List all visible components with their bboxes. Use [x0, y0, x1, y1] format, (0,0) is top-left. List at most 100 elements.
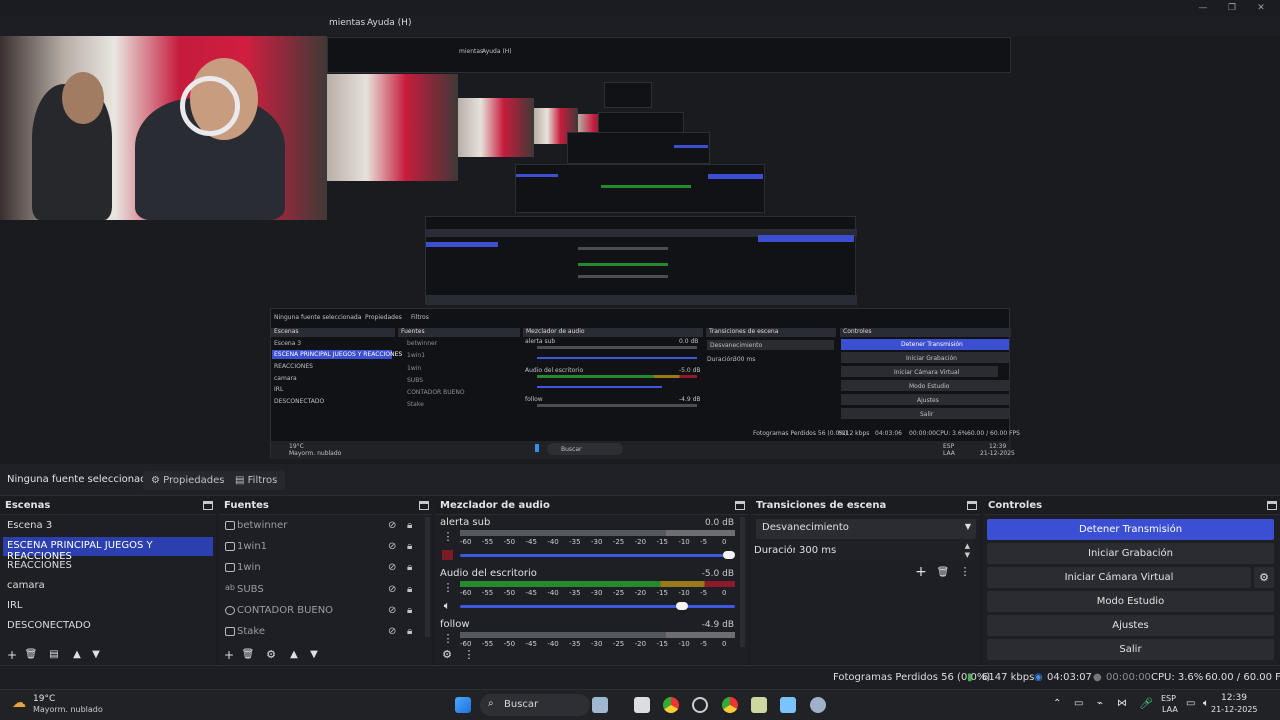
scene-item-selected[interactable]: ESCENA PRINCIPAL JUEGOS Y REACCIONES [3, 537, 213, 562]
source-move-up-button[interactable]: ▲ [287, 648, 301, 662]
taskbar-search[interactable]: ⌕ Buscar [480, 694, 590, 716]
scene-item[interactable]: camara [3, 577, 213, 596]
lock-icon[interactable]: 🔒︎ [407, 562, 412, 573]
scenes-title: Escenas [5, 500, 51, 511]
lock-icon[interactable]: 🔒︎ [407, 584, 412, 595]
remove-source-button[interactable]: 🗑 [241, 648, 255, 662]
stop-streaming-button[interactable]: Detener Transmisión [987, 519, 1274, 540]
visibility-hidden-icon[interactable]: ⊘ [388, 605, 396, 616]
sources-scrollbar[interactable] [425, 517, 430, 637]
transition-menu-icon[interactable]: ⋮ [958, 565, 972, 579]
undock-icon[interactable] [203, 501, 213, 510]
tray-icon[interactable]: ▭ [1074, 698, 1083, 709]
notepad-icon[interactable] [780, 697, 796, 713]
preview-canvas[interactable]: mientas Ayuda (H) Ninguna fuente selecci… [0, 36, 1280, 464]
weather-icon[interactable]: ☁ [12, 695, 26, 711]
lock-icon[interactable]: 🔒︎ [407, 520, 412, 531]
task-view-icon[interactable] [634, 697, 650, 713]
source-settings-gear-icon[interactable]: ⚙ [264, 648, 278, 662]
more-options-icon[interactable]: ⋮ [441, 581, 455, 595]
more-options-icon[interactable]: ⋮ [441, 530, 455, 544]
start-recording-button[interactable]: Iniciar Grabación [987, 543, 1274, 564]
clock-time[interactable]: 12:39 [1221, 693, 1247, 703]
add-scene-button[interactable]: + [5, 648, 19, 662]
volume-knob[interactable] [723, 551, 735, 559]
language-layout[interactable]: LAA [1162, 705, 1178, 714]
visibility-hidden-icon[interactable]: ⊘ [388, 626, 396, 637]
duration-spinbox[interactable]: 300 ms ▲ ▼ [795, 541, 975, 561]
microphone-icon[interactable]: 🎤︎ [1139, 697, 1153, 710]
volume-knob[interactable] [676, 602, 689, 610]
muted-speaker-icon[interactable] [442, 550, 453, 560]
undock-icon[interactable] [735, 501, 745, 510]
app-icon[interactable] [751, 697, 767, 713]
virtual-camera-gear-icon[interactable]: ⚙ [1254, 567, 1274, 588]
close-button[interactable]: ✕ [1254, 2, 1268, 14]
source-item[interactable]: 1win1 ⊘ 🔒︎ [222, 538, 422, 558]
undock-icon[interactable] [967, 501, 977, 510]
scene-item[interactable]: DESCONECTADO [3, 617, 213, 636]
windows-start-icon[interactable] [455, 697, 471, 713]
filters-button[interactable]: ▤ Filtros [227, 471, 286, 490]
spin-up-icon[interactable]: ▲ [965, 542, 970, 550]
obs-icon[interactable] [692, 697, 708, 713]
scene-item[interactable]: REACCIONES [3, 557, 213, 576]
visibility-hidden-icon[interactable]: ⊘ [388, 541, 396, 552]
menu-ayuda[interactable]: Ayuda (H) [367, 18, 411, 28]
add-source-button[interactable]: + [222, 648, 236, 662]
display-icon[interactable]: ▭ [1186, 698, 1195, 709]
move-down-button[interactable]: ▼ [89, 648, 103, 662]
properties-button[interactable]: ⚙ Propiedades [143, 471, 233, 490]
exit-button[interactable]: Salir [987, 639, 1274, 660]
menu-herramientas[interactable]: mientas [329, 18, 365, 28]
move-up-button[interactable]: ▲ [70, 648, 84, 662]
weather-temp[interactable]: 19°C [33, 694, 55, 704]
speaker-icon[interactable]: 🔈︎ [440, 599, 454, 613]
visibility-hidden-icon[interactable]: ⊘ [388, 584, 396, 595]
audio-settings-gear-icon[interactable]: ⚙ [440, 648, 454, 662]
source-item[interactable]: 1win ⊘ 🔒︎ [222, 559, 422, 579]
minimize-button[interactable]: — [1196, 2, 1210, 14]
settings-gear-icon[interactable] [810, 697, 826, 713]
source-item[interactable]: CONTADOR BUENO ⊘ 🔒︎ [222, 602, 422, 622]
remove-transition-button[interactable]: 🗑 [936, 566, 950, 580]
maximize-button[interactable]: ❐ [1225, 2, 1239, 14]
studio-mode-button[interactable]: Modo Estudio [987, 591, 1274, 612]
volume-slider[interactable] [460, 551, 735, 559]
volume-icon[interactable]: 🔈︎ [1203, 698, 1209, 709]
remove-scene-button[interactable]: 🗑 [24, 648, 38, 662]
undock-icon[interactable] [1267, 501, 1277, 510]
language[interactable]: ESP [1161, 694, 1176, 703]
lock-icon[interactable]: 🔒︎ [407, 605, 412, 616]
weather-desc[interactable]: Mayorm. nublado [33, 705, 103, 714]
undock-icon[interactable] [419, 501, 429, 510]
scene-item[interactable]: IRL [3, 597, 213, 616]
more-options-icon[interactable]: ⋮ [441, 632, 455, 646]
audio-scrollbar[interactable] [740, 517, 745, 647]
source-item[interactable]: betwinner ⊘ 🔒︎ [222, 517, 422, 537]
source-item[interactable]: ab SUBS ⊘ 🔒︎ [222, 581, 422, 601]
lock-icon[interactable]: 🔒︎ [407, 541, 412, 552]
visibility-hidden-icon[interactable]: ⊘ [388, 520, 396, 531]
source-move-down-button[interactable]: ▼ [307, 648, 321, 662]
visibility-hidden-icon[interactable]: ⊘ [388, 562, 396, 573]
chevron-up-icon[interactable]: ⌃ [1053, 698, 1061, 709]
scene-item[interactable]: Escena 3 [3, 517, 213, 536]
widgets-icon[interactable] [592, 697, 608, 713]
start-virtual-camera-button[interactable]: Iniciar Cámara Virtual [987, 567, 1251, 588]
network-icon[interactable]: ⌁ [1097, 698, 1103, 709]
audio-menu-icon[interactable]: ⋮ [462, 648, 476, 662]
spin-down-icon[interactable]: ▼ [965, 551, 970, 559]
transition-select[interactable]: Desvanecimiento ▼ [756, 519, 976, 539]
source-item[interactable]: Stake ⊘ 🔒︎ [222, 623, 422, 643]
scene-filters-button[interactable]: ▤ [47, 648, 61, 662]
chrome-icon[interactable] [663, 697, 679, 713]
chrome-profile-icon[interactable] [722, 697, 738, 713]
volume-slider[interactable] [460, 602, 735, 610]
wifi-off-icon[interactable]: ⋈ [1117, 698, 1127, 709]
lock-icon[interactable]: 🔒︎ [407, 626, 412, 637]
clock-date[interactable]: 21-12-2025 [1211, 705, 1258, 714]
settings-button[interactable]: Ajustes [987, 615, 1274, 636]
add-transition-button[interactable]: + [914, 565, 928, 579]
audio-channel: Audio del escritorio -5.0 dB ⋮ -60 -55 -50… [437, 568, 737, 620]
